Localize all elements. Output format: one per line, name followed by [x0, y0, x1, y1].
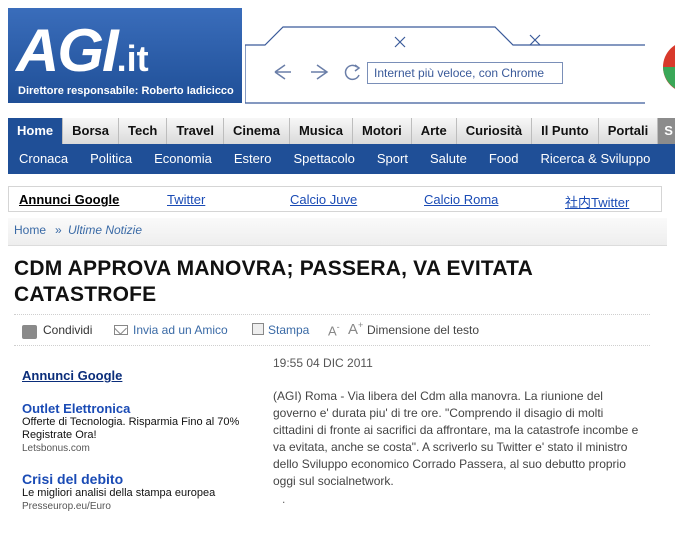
- ad-url-field[interactable]: Internet più veloce, con Chrome: [367, 62, 563, 84]
- article-trail: .: [282, 492, 286, 506]
- article-tools: Condividi Invia ad un Amico Stampa A- A+…: [14, 314, 650, 346]
- chrome-logo-icon: [663, 45, 675, 89]
- ad-link-twitter[interactable]: Twitter: [167, 192, 205, 207]
- font-decrease-button[interactable]: A-: [328, 322, 340, 338]
- nav-il-punto[interactable]: Il Punto: [532, 118, 599, 144]
- nav-spettacolo[interactable]: Spettacolo: [282, 144, 365, 174]
- nav-estero[interactable]: Estero: [223, 144, 283, 174]
- sidebar-ad-desc: Le migliori analisi della stampa europea: [22, 487, 216, 499]
- mail-icon[interactable]: [114, 325, 128, 335]
- article-date: 19:55 04 DIC 2011: [273, 356, 373, 370]
- sidebar-ad-title[interactable]: Crisi del debito: [22, 471, 262, 487]
- nav-home[interactable]: Home: [8, 118, 64, 144]
- logo-text: AGI.it: [16, 17, 149, 84]
- nav-overflow[interactable]: S: [658, 118, 675, 144]
- nav-travel[interactable]: Travel: [167, 118, 224, 144]
- nav-ricerca-sviluppo[interactable]: Ricerca & Sviluppo: [529, 144, 661, 174]
- share-button[interactable]: Condividi: [43, 323, 92, 337]
- nav-economia[interactable]: Economia: [143, 144, 223, 174]
- sidebar-ad-title[interactable]: Outlet Elettronica: [22, 401, 262, 416]
- breadcrumb-home[interactable]: Home: [14, 223, 46, 237]
- ads-label[interactable]: Annunci Google: [19, 192, 119, 207]
- print-link[interactable]: Stampa: [268, 323, 309, 337]
- breadcrumb-current[interactable]: Ultime Notizie: [68, 223, 142, 237]
- site-header: AGI.it Direttore responsabile: Roberto I…: [0, 0, 675, 120]
- sidebar-ads-header[interactable]: Annunci Google: [22, 368, 262, 383]
- agi-logo[interactable]: AGI.it Direttore responsabile: Roberto I…: [8, 8, 242, 103]
- sidebar-ad-url[interactable]: Letsbonus.com: [22, 442, 262, 455]
- ad-link-twitter-jp[interactable]: 社内Twitter: [565, 192, 629, 211]
- google-ads-bar: Annunci Google Twitter Calcio Juve Calci…: [8, 186, 662, 212]
- nav-musica[interactable]: Musica: [289, 118, 354, 144]
- nav-sport[interactable]: Sport: [366, 144, 419, 174]
- nav-motori[interactable]: Motori: [353, 118, 412, 144]
- primary-nav: Home Borsa Tech Travel Cinema Musica Mot…: [8, 118, 675, 144]
- nav-cronaca[interactable]: Cronaca: [8, 144, 79, 174]
- sidebar-ad-url[interactable]: Presseurop.eu/Euro: [22, 500, 262, 513]
- article-title: CDM APPROVA MANOVRA; PASSERA, VA EVITATA…: [14, 257, 533, 306]
- ad-link-calcio-roma[interactable]: Calcio Roma: [424, 192, 498, 207]
- print-icon[interactable]: [252, 323, 264, 335]
- director-credit: Direttore responsabile: Roberto Iadicicc…: [18, 85, 234, 97]
- share-icon[interactable]: [22, 325, 37, 339]
- nav-politica[interactable]: Politica: [79, 144, 143, 174]
- ad-link-calcio-juve[interactable]: Calcio Juve: [290, 192, 357, 207]
- chrome-ad-banner[interactable]: Internet più veloce, con Chrome: [245, 14, 675, 104]
- font-increase-button[interactable]: A+: [348, 320, 363, 338]
- breadcrumb: Home » Ultime Notizie: [8, 218, 667, 246]
- font-size-label: Dimensione del testo: [367, 323, 480, 337]
- nav-salute[interactable]: Salute: [419, 144, 478, 174]
- nav-borsa[interactable]: Borsa: [63, 118, 119, 144]
- nav-tech[interactable]: Tech: [118, 118, 168, 144]
- sidebar-ad[interactable]: Crisi del debito Le migliori analisi del…: [22, 471, 262, 513]
- send-to-friend-link[interactable]: Invia ad un Amico: [133, 323, 228, 337]
- nav-cinema[interactable]: Cinema: [223, 118, 290, 144]
- ad-lines-graphic: [245, 26, 645, 104]
- secondary-nav: Cronaca Politica Economia Estero Spettac…: [8, 144, 675, 174]
- article-body: (AGI) Roma - Via libera del Cdm alla man…: [273, 389, 639, 488]
- nav-portali[interactable]: Portali: [598, 118, 659, 144]
- sidebar-ads: Annunci Google Outlet Elettronica Offert…: [22, 368, 262, 513]
- nav-food[interactable]: Food: [478, 144, 530, 174]
- nav-curiosita[interactable]: Curiosità: [456, 118, 533, 144]
- breadcrumb-separator: »: [55, 223, 62, 237]
- sidebar-ad[interactable]: Outlet Elettronica Offerte di Tecnologia…: [22, 401, 262, 455]
- sidebar-ad-desc: Offerte di Tecnologia. Risparmia Fino al…: [22, 416, 240, 441]
- nav-arte[interactable]: Arte: [411, 118, 457, 144]
